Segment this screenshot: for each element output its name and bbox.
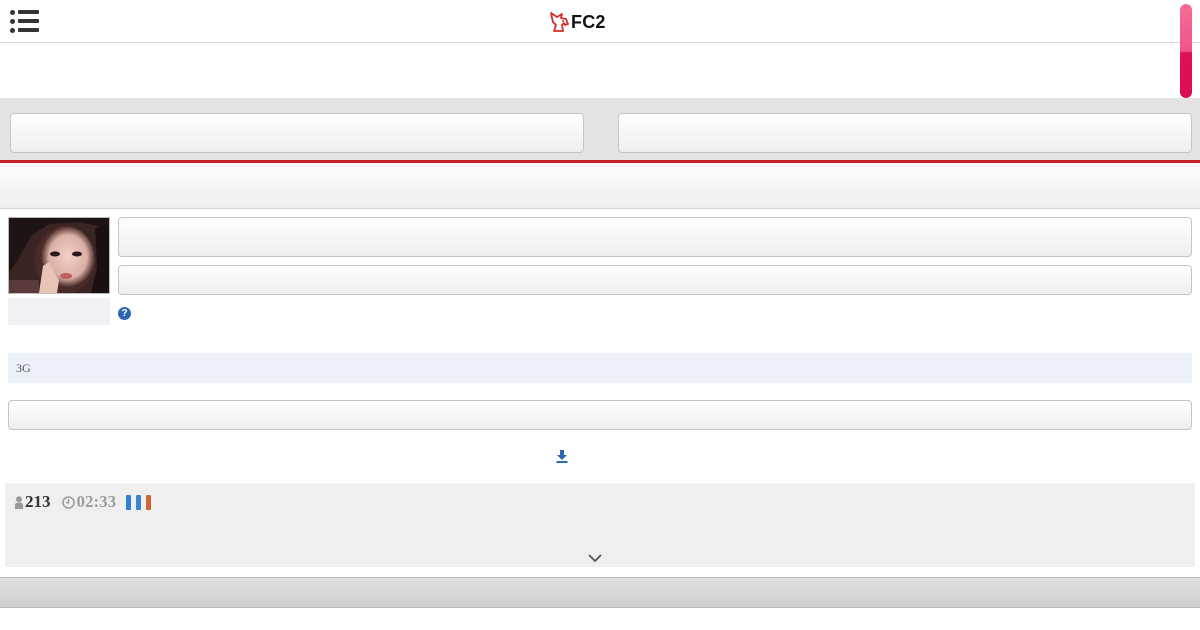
left-nav-button[interactable] <box>10 113 584 153</box>
video-subtitle-field[interactable] <box>118 265 1192 295</box>
video-info-panel: 213 02:33 <box>5 483 1195 567</box>
chevron-down-icon[interactable] <box>588 553 602 563</box>
quality-bar-2 <box>136 494 142 510</box>
thumbnail-caption-box <box>8 298 110 325</box>
uploader-thumbnail[interactable] <box>8 217 110 294</box>
quality-bar-3 <box>146 494 152 510</box>
thumbnail-image <box>9 218 109 293</box>
menu-button[interactable] <box>10 9 40 33</box>
quality-label: 3G <box>16 361 31 375</box>
fc2-logo[interactable]: FC2 <box>548 10 606 34</box>
play-video-button[interactable] <box>8 400 1192 430</box>
video-duration: 02:33 <box>76 492 117 511</box>
quality-selector[interactable]: 3G <box>8 353 1192 383</box>
site-header: FC2 <box>0 0 1200 98</box>
scrollbar-thumb[interactable] <box>1180 4 1192 98</box>
download-icon[interactable] <box>556 450 568 463</box>
quality-bar-1 <box>126 494 132 510</box>
bottom-nav-bar <box>0 577 1200 608</box>
video-title-bar <box>0 163 1200 209</box>
views-count: 213 <box>25 492 51 511</box>
right-nav-button[interactable] <box>618 113 1192 153</box>
logo-text: FC2 <box>571 11 606 32</box>
quality-bars <box>126 494 156 510</box>
clock-icon <box>61 495 75 509</box>
person-icon <box>15 495 23 509</box>
fc2-unicorn-icon <box>550 12 569 32</box>
video-stats: 213 02:33 <box>15 492 156 512</box>
video-title-field[interactable] <box>118 217 1192 257</box>
help-icon[interactable]: ? <box>118 307 131 320</box>
